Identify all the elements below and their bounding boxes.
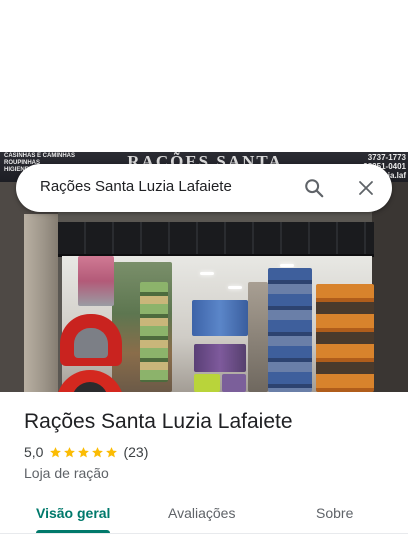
store-aisle [248,282,268,392]
ceiling-light [280,264,294,267]
tabs-divider [0,533,408,534]
review-count[interactable]: (23) [123,444,148,460]
place-name: Rações Santa Luzia Lafaiete [24,410,293,433]
star-icon [64,446,76,457]
star-icon [92,446,104,457]
search-box[interactable]: Rações Santa Luzia Lafaiete [16,164,392,212]
storefront-pillar [24,214,58,392]
kennel-door [74,328,108,358]
search-button[interactable] [300,174,328,202]
tab-reviews[interactable]: Avaliações [168,505,235,521]
product-bags-middle [194,344,246,372]
kennel-door [72,382,108,392]
close-button[interactable] [352,174,380,202]
star-icon [78,446,90,457]
star-icon [50,446,62,457]
product-shelf-left-inner [140,282,168,382]
storefront-awning [58,222,374,257]
rating-stars [49,446,119,459]
rating-row[interactable]: 5,0 (23) [24,444,148,460]
ceiling-light [200,272,214,275]
ceiling-light [228,286,242,289]
place-tabs: Visão geral Avaliações Sobre [0,500,408,544]
tab-about[interactable]: Sobre [316,505,353,521]
tab-overview[interactable]: Visão geral [36,505,110,521]
search-icon [305,179,324,198]
product-shelf-orange [316,284,374,392]
product-bag-purple [222,374,246,392]
product-bags-top [192,300,248,336]
close-icon [359,181,373,195]
product-bag-yellow [194,374,220,392]
red-kennel-top [60,314,122,366]
star-icon [106,446,118,457]
place-category: Loja de ração [24,465,109,481]
storefront-wall-right [372,182,408,392]
search-query-text[interactable]: Rações Santa Luzia Lafaiete [40,178,232,195]
product-shelf-right [268,268,312,392]
pet-carrier-stack [78,256,114,306]
rating-value: 5,0 [24,444,44,460]
